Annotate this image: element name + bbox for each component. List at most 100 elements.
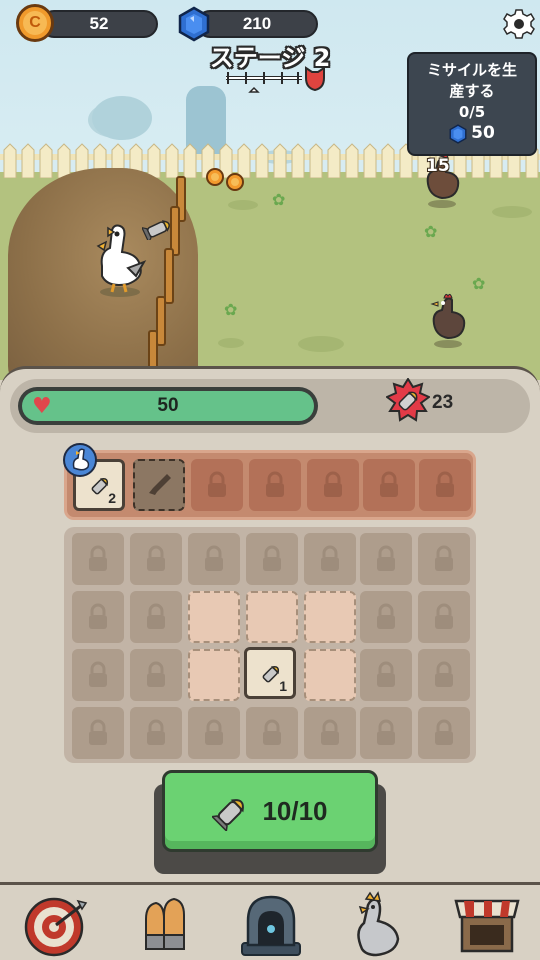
grid-slot-locked bbox=[130, 649, 182, 701]
rocket-silhouette-icon bbox=[149, 474, 171, 495]
grid-slot-missile[interactable]: 1 bbox=[244, 647, 296, 699]
coin-count: 52 bbox=[89, 14, 109, 33]
hp-value: 50 bbox=[157, 395, 179, 416]
grid-slot-locked bbox=[72, 533, 124, 585]
gem-icon bbox=[178, 6, 210, 42]
lock-icon bbox=[147, 545, 165, 571]
mission-reward-amount: 50 bbox=[471, 123, 495, 143]
sprout: ✿ bbox=[224, 300, 238, 319]
equip-slot-count: 2 bbox=[108, 490, 116, 506]
equip-slot-locked bbox=[363, 459, 415, 511]
mission-panel[interactable]: ミサイルを生 産する 0/5 50 bbox=[407, 52, 537, 156]
lock-icon bbox=[89, 661, 107, 687]
lock-icon bbox=[205, 719, 223, 745]
lock-icon bbox=[147, 603, 165, 629]
sprout: ✿ bbox=[472, 274, 486, 293]
enemy-chicken bbox=[430, 293, 466, 348]
equip-slot-rocket-placeholder[interactable] bbox=[133, 459, 185, 511]
lock-icon bbox=[208, 471, 226, 497]
lock-icon bbox=[377, 661, 395, 687]
chicken-badge-icon bbox=[63, 443, 97, 477]
grid-slot-empty[interactable] bbox=[188, 649, 240, 701]
shop-icon[interactable] bbox=[452, 891, 522, 959]
equip-slot-locked bbox=[191, 459, 243, 511]
bottom-nav bbox=[0, 882, 540, 960]
grid-slot-locked bbox=[360, 591, 412, 643]
lock-icon bbox=[377, 545, 395, 571]
grid-slot-locked bbox=[360, 649, 412, 701]
grid-slot-count: 1 bbox=[279, 678, 287, 694]
grid-slot-locked bbox=[130, 533, 182, 585]
grid-slot-locked bbox=[72, 591, 124, 643]
lock-icon bbox=[89, 603, 107, 629]
lock-icon bbox=[377, 603, 395, 629]
coin-icon: C bbox=[16, 4, 54, 42]
mission-text-line1: ミサイルを生 bbox=[426, 61, 517, 79]
equip-slot-locked bbox=[249, 459, 301, 511]
lock-icon bbox=[89, 719, 107, 745]
ground-patch bbox=[218, 338, 244, 348]
lock-icon bbox=[147, 661, 165, 687]
forge-icon[interactable] bbox=[236, 891, 306, 959]
produce-missile-button[interactable]: 10/10 bbox=[162, 770, 378, 852]
mission-reward: 50 bbox=[409, 123, 535, 144]
bullets-icon[interactable] bbox=[128, 891, 198, 959]
equip-slot-locked bbox=[307, 459, 359, 511]
missile-projectile bbox=[142, 220, 170, 240]
grid-slot-locked bbox=[130, 591, 182, 643]
lock-icon bbox=[89, 545, 107, 571]
grid-slot-locked bbox=[360, 707, 412, 759]
lock-icon bbox=[321, 719, 339, 745]
target-icon[interactable] bbox=[20, 891, 90, 959]
grid-slot-locked bbox=[246, 707, 298, 759]
grid-slot-locked bbox=[72, 649, 124, 701]
grid-slot-empty[interactable] bbox=[188, 591, 240, 643]
missile-ammo-icon bbox=[386, 378, 430, 422]
gem-count: 210 bbox=[242, 14, 272, 33]
grid-slot-locked bbox=[246, 533, 298, 585]
mission-progress: 0/5 bbox=[458, 103, 486, 121]
produce-button-label: 10/10 bbox=[262, 795, 328, 826]
grid-slot-locked bbox=[418, 591, 470, 643]
hp-bar: ♥ 50 bbox=[18, 387, 318, 425]
lock-icon bbox=[380, 471, 398, 497]
stage-progress-track bbox=[226, 66, 325, 93]
ground-patch bbox=[228, 200, 258, 210]
ammo-count: 23 bbox=[432, 392, 454, 413]
lock-icon bbox=[435, 603, 453, 629]
grid-slot-empty[interactable] bbox=[304, 591, 356, 643]
lock-icon bbox=[147, 719, 165, 745]
grid-slot-empty[interactable] bbox=[246, 591, 298, 643]
dropped-coins bbox=[206, 168, 244, 191]
grid-slot-locked bbox=[130, 707, 182, 759]
ground-patch bbox=[298, 336, 344, 352]
grid-slot-locked bbox=[304, 707, 356, 759]
grid-slot-locked bbox=[418, 533, 470, 585]
lock-icon bbox=[436, 471, 454, 497]
fence-stake bbox=[148, 330, 158, 370]
grid-slot-locked bbox=[72, 707, 124, 759]
gear-icon[interactable] bbox=[503, 8, 535, 40]
mission-text-line2: 産する bbox=[449, 82, 495, 100]
lock-icon bbox=[435, 545, 453, 571]
grid-slot-locked bbox=[188, 707, 240, 759]
grid-slot-locked bbox=[360, 533, 412, 585]
lock-icon bbox=[263, 719, 281, 745]
lock-icon bbox=[377, 719, 395, 745]
grid-slot-locked bbox=[418, 707, 470, 759]
equip-slot-locked bbox=[419, 459, 471, 511]
sprout: ✿ bbox=[272, 190, 286, 209]
grid-slot-empty[interactable] bbox=[304, 649, 356, 701]
grid-slot-locked bbox=[304, 533, 356, 585]
lock-icon bbox=[435, 719, 453, 745]
lock-icon bbox=[266, 471, 284, 497]
grid-slot-locked bbox=[188, 533, 240, 585]
chicken-icon[interactable] bbox=[344, 891, 414, 959]
equipment-row: 2 bbox=[64, 450, 476, 520]
damage-number: 15 bbox=[426, 156, 450, 176]
coin-counter: 52 bbox=[40, 10, 158, 38]
lock-icon bbox=[435, 661, 453, 687]
grid-slot-locked bbox=[418, 649, 470, 701]
ground-patch bbox=[492, 206, 532, 218]
sprout: ✿ bbox=[424, 222, 438, 241]
